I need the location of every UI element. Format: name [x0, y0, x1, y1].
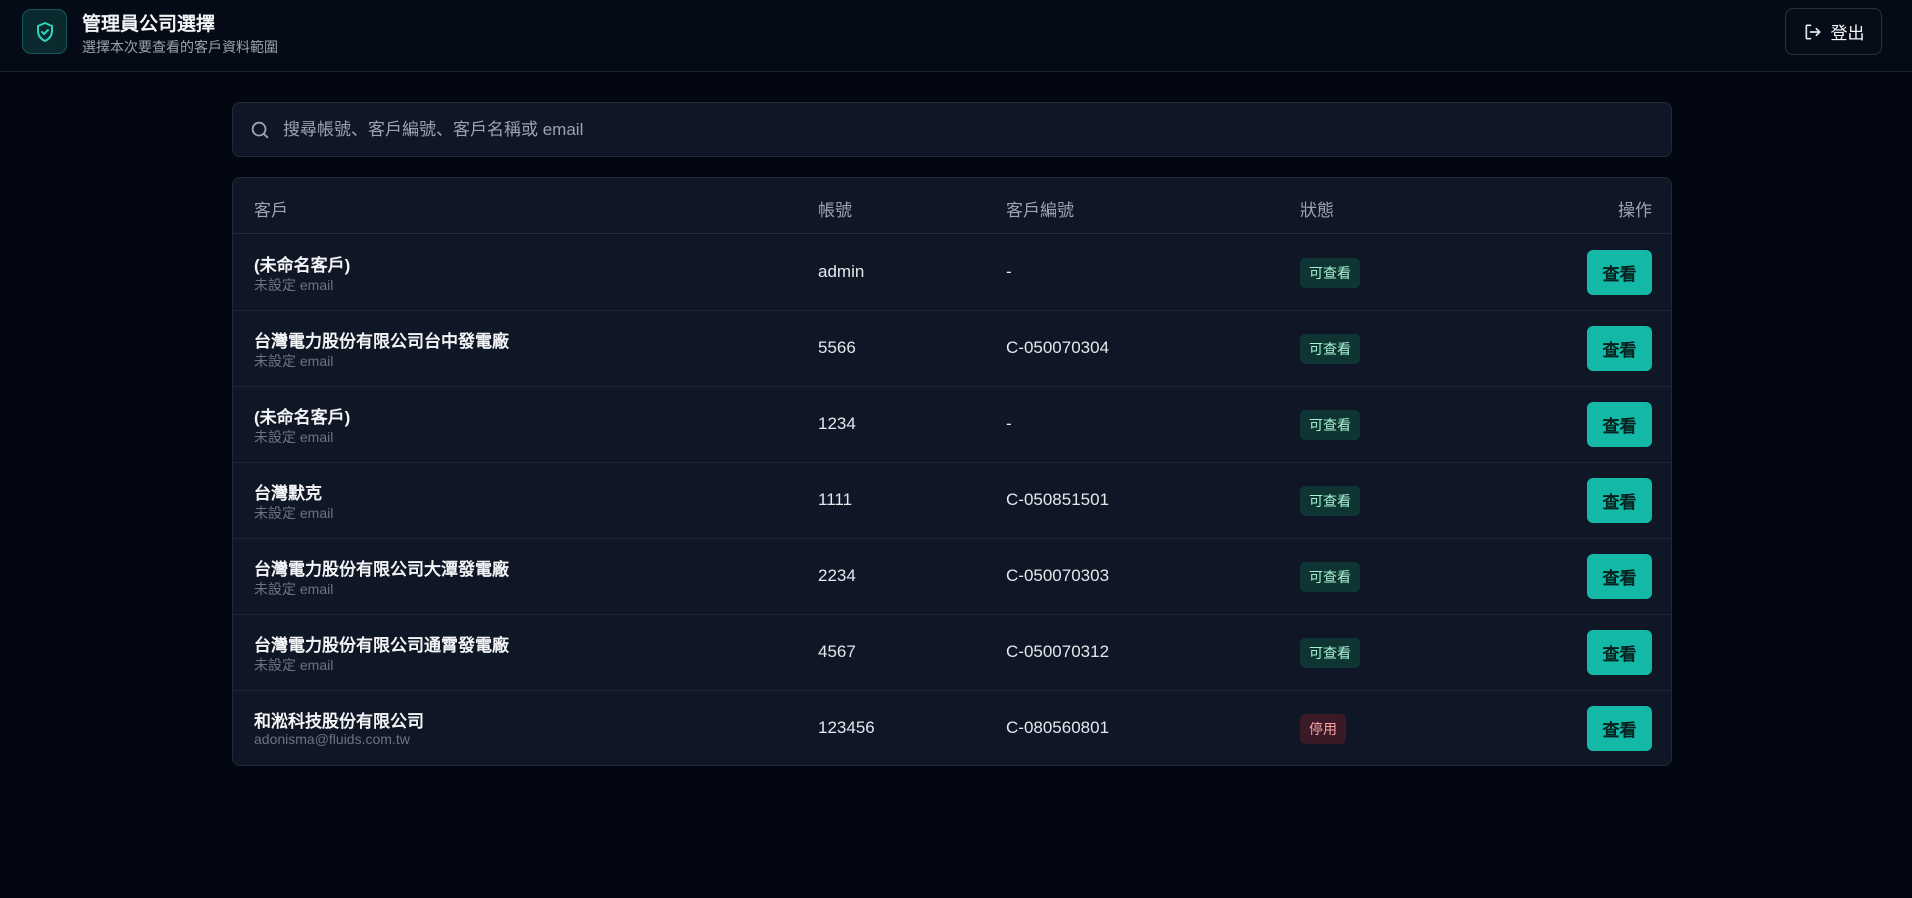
status-badge: 可查看 — [1300, 334, 1360, 364]
table-row: 台灣電力股份有限公司通霄發電廠 未設定 email 4567 C-050070312 可… — [233, 615, 1671, 691]
account-cell: 123456 — [818, 718, 875, 737]
customer-name: 台灣電力股份有限公司通霄發電廠 — [254, 636, 509, 655]
status-badge: 可查看 — [1300, 410, 1360, 440]
customer-table: 客戶 帳號 客戶編號 狀態 操作 (未命名客戶) 未設定 email admin - 可… — [232, 177, 1672, 766]
customer-code-cell: - — [1006, 414, 1012, 433]
customer-code-cell: C-080560801 — [1006, 718, 1110, 737]
status-badge: 可查看 — [1300, 562, 1360, 592]
customer-name: 和淞科技股份有限公司 — [254, 712, 424, 731]
view-button[interactable]: 查看 — [1587, 630, 1652, 675]
account-cell: 5566 — [818, 338, 856, 357]
view-button[interactable]: 查看 — [1587, 478, 1652, 523]
table-header: 客戶 帳號 客戶編號 狀態 操作 — [233, 178, 1671, 234]
page-title: 管理員公司選擇 — [82, 14, 216, 35]
view-button[interactable]: 查看 — [1587, 250, 1652, 295]
shield-check-icon — [22, 9, 67, 54]
page-subtitle: 選擇本次要查看的客戶資料範圍 — [82, 39, 278, 55]
table-row: (未命名客戶) 未設定 email 1234 - 可查看 查看 — [233, 387, 1671, 463]
column-header-customer: 客戶 — [254, 201, 288, 220]
customer-email: 未設定 email — [254, 657, 334, 673]
view-button[interactable]: 查看 — [1587, 554, 1652, 599]
table-row: 和淞科技股份有限公司 adonisma@fluids.com.tw 123456 C-… — [233, 691, 1671, 765]
status-badge: 停用 — [1300, 714, 1346, 744]
view-button[interactable]: 查看 — [1587, 326, 1652, 371]
account-cell: 1111 — [818, 490, 853, 509]
account-cell: admin — [818, 262, 865, 281]
customer-code-cell: - — [1006, 262, 1012, 281]
status-badge: 可查看 — [1300, 258, 1360, 288]
customer-email: 未設定 email — [254, 277, 334, 293]
search-box — [232, 102, 1672, 157]
customer-code-cell: C-050851501 — [1006, 490, 1110, 509]
customer-name: 台灣電力股份有限公司大潭發電廠 — [254, 560, 509, 579]
account-cell: 2234 — [818, 566, 856, 585]
table-row: 台灣電力股份有限公司大潭發電廠 未設定 email 2234 C-050070303 可… — [233, 539, 1671, 615]
account-cell: 4567 — [818, 642, 856, 661]
app-header: 管理員公司選擇 選擇本次要查看的客戶資料範圍 登出 — [0, 0, 1912, 72]
table-row: 台灣默克未設定 email 1111 C-050851501 可查看 查看 — [233, 463, 1671, 539]
customer-name: (未命名客戶) — [254, 256, 351, 275]
customer-email: 未設定 email — [254, 353, 334, 369]
account-cell: 1234 — [818, 414, 856, 433]
view-button[interactable]: 查看 — [1587, 706, 1652, 751]
table-row: (未命名客戶) 未設定 email admin - 可查看 查看 — [233, 235, 1671, 311]
customer-email: adonisma@fluids.com.tw — [254, 731, 410, 747]
table-row: 台灣電力股份有限公司台中發電廠 未設定 email 5566 C-050070304 可… — [233, 311, 1671, 387]
search-icon — [249, 119, 271, 141]
status-badge: 可查看 — [1300, 638, 1360, 668]
column-header-status: 狀態 — [1300, 201, 1334, 220]
customer-name: 台灣默克 — [254, 484, 322, 503]
customer-email: 未設定 email — [254, 505, 334, 521]
column-header-code: 客戶編號 — [1006, 201, 1074, 220]
logout-button[interactable]: 登出 — [1785, 8, 1882, 55]
customer-email: 未設定 email — [254, 581, 334, 597]
customer-email: 未設定 email — [254, 429, 334, 445]
status-badge: 可查看 — [1300, 486, 1360, 516]
customer-name: 台灣電力股份有限公司台中發電廠 — [254, 332, 509, 351]
column-header-account: 帳號 — [818, 201, 852, 220]
customer-name: (未命名客戶) — [254, 408, 351, 427]
customer-code-cell: C-050070304 — [1006, 338, 1110, 357]
view-button[interactable]: 查看 — [1587, 402, 1652, 447]
column-header-action: 操作 — [1618, 201, 1652, 220]
search-input[interactable] — [283, 103, 1653, 156]
customer-code-cell: C-050070312 — [1006, 642, 1110, 661]
logout-icon — [1803, 22, 1823, 42]
logout-label: 登出 — [1830, 24, 1865, 43]
customer-code-cell: C-050070303 — [1006, 566, 1110, 585]
